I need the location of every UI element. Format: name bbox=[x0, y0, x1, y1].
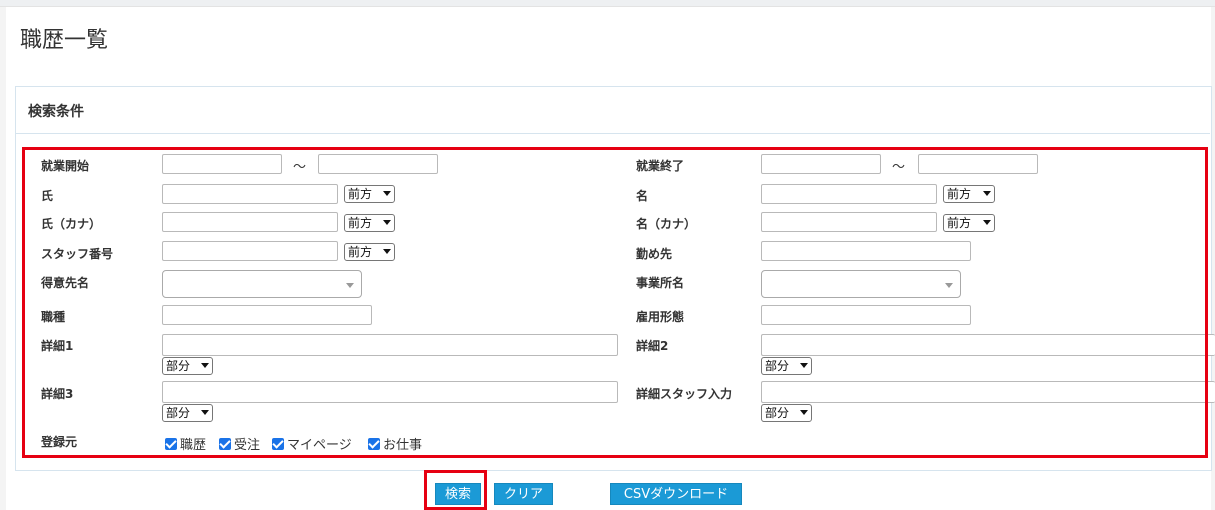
search-conditions-title: 検索条件 bbox=[28, 104, 84, 120]
highlight-frame-conditions bbox=[22, 147, 1208, 458]
highlight-frame-search bbox=[424, 470, 487, 510]
csv-download-button[interactable]: CSVダウンロード bbox=[610, 483, 742, 505]
page-title: 職歴一覧 bbox=[20, 28, 109, 53]
top-strip bbox=[0, 0, 1215, 7]
search-conditions-header bbox=[15, 86, 1210, 134]
clear-button[interactable]: クリア bbox=[494, 483, 553, 505]
